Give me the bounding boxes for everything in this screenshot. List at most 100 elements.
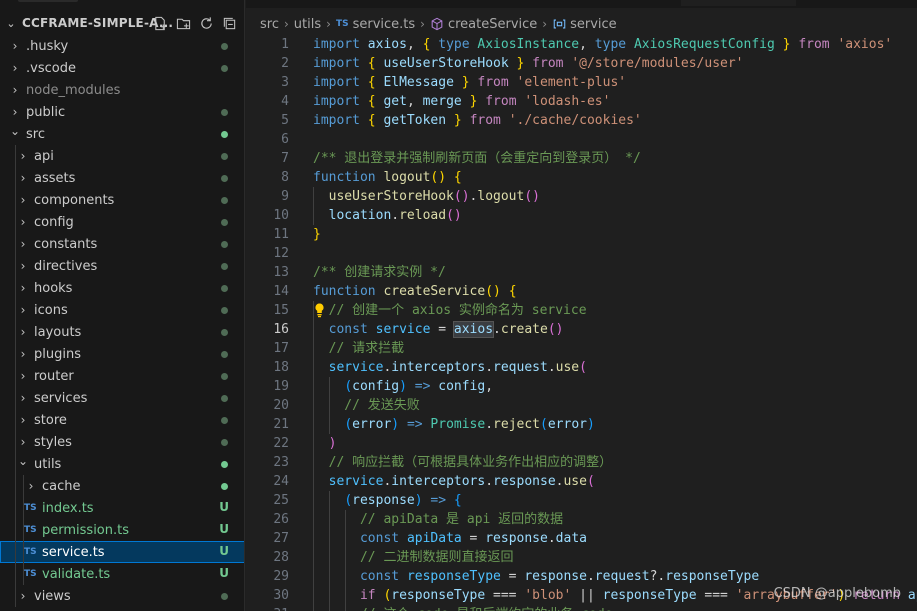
chevron-right-icon[interactable]: › [16, 193, 30, 207]
code-line[interactable]: 26 // apiData 是 api 返回的数据 [246, 510, 917, 529]
code-line[interactable]: 5 import { getToken } from './cache/cooki… [246, 111, 917, 130]
folder-item[interactable]: › .husky [0, 35, 244, 57]
folder-item[interactable]: › directives [0, 255, 244, 277]
code-text: function logout() { [313, 168, 462, 187]
new-file-icon[interactable] [150, 13, 170, 33]
breadcrumb-src[interactable]: src [260, 17, 279, 32]
code-line[interactable]: 23 // 响应拦截（可根据具体业务作出相应的调整） [246, 453, 917, 472]
folder-item[interactable]: › .vscode [0, 57, 244, 79]
chevron-right-icon[interactable]: › [16, 171, 30, 185]
folder-item[interactable]: ⌄ utils [0, 453, 244, 475]
chevron-right-icon[interactable]: › [8, 39, 22, 53]
folder-item[interactable]: › store [0, 409, 244, 431]
chevron-right-icon[interactable]: › [16, 589, 30, 603]
breadcrumb-function[interactable]: createService [448, 17, 537, 32]
breadcrumb-utils[interactable]: utils [294, 17, 321, 32]
chevron-right-icon[interactable]: › [16, 303, 30, 317]
code-line[interactable]: 27 const apiData = response.data [246, 529, 917, 548]
chevron-right-icon[interactable]: › [16, 149, 30, 163]
chevron-down-icon[interactable]: ⌄ [8, 124, 22, 138]
code-line[interactable]: 4 import { get, merge } from 'lodash-es' [246, 92, 917, 111]
tab-active[interactable] [681, 0, 796, 6]
folder-item[interactable]: › layouts [0, 321, 244, 343]
folder-item[interactable]: › config [0, 211, 244, 233]
code-line[interactable]: 8 function logout() { [246, 168, 917, 187]
file-item[interactable]: TS permission.ts U [0, 519, 244, 541]
code-line[interactable]: 31 // 这个 code 是和后端约定的业务 code [246, 605, 917, 611]
folder-item[interactable]: › public [0, 101, 244, 123]
code-line[interactable]: 25 (response) => { [246, 491, 917, 510]
chevron-right-icon[interactable]: › [16, 369, 30, 383]
folder-item[interactable]: › components [0, 189, 244, 211]
code-line[interactable]: 24 service.interceptors.response.use( [246, 472, 917, 491]
code-line[interactable]: 3 import { ElMessage } from 'element-plus… [246, 73, 917, 92]
folder-item[interactable]: › api [0, 145, 244, 167]
line-number: 21 [273, 417, 289, 432]
code-line[interactable]: 17 // 请求拦截 [246, 339, 917, 358]
line-number: 24 [273, 474, 289, 489]
chevron-right-icon[interactable]: › [16, 281, 30, 295]
chevron-right-icon[interactable]: › [16, 391, 30, 405]
code-line[interactable]: 10 location.reload() [246, 206, 917, 225]
chevron-right-icon[interactable]: › [24, 479, 38, 493]
refresh-icon[interactable] [196, 13, 216, 33]
code-line[interactable]: 15 // 创建一个 axios 实例命名为 service [246, 301, 917, 320]
code-line[interactable]: 7 /** 退出登录并强制刷新页面（会重定向到登录页） */ [246, 149, 917, 168]
indent-guide [15, 497, 16, 519]
code-text: // 发送失败 [313, 396, 420, 415]
folder-item[interactable]: › hooks [0, 277, 244, 299]
file-item[interactable]: TS service.ts U [0, 541, 244, 563]
code-line[interactable]: 18 service.interceptors.request.use( [246, 358, 917, 377]
code-line[interactable]: 20 // 发送失败 [246, 396, 917, 415]
folder-item[interactable]: › icons [0, 299, 244, 321]
chevron-right-icon[interactable]: › [16, 325, 30, 339]
folder-item[interactable]: › views [0, 585, 244, 607]
folder-item[interactable]: › styles [0, 431, 244, 453]
lightbulb-icon[interactable] [314, 302, 325, 318]
code-line[interactable]: 22 ) [246, 434, 917, 453]
breadcrumb-variable[interactable]: service [570, 17, 617, 32]
folder-item[interactable]: › router [0, 365, 244, 387]
indent-guide [15, 189, 16, 211]
chevron-right-icon[interactable]: › [8, 105, 22, 119]
code-line[interactable]: 21 (error) => Promise.reject(error) [246, 415, 917, 434]
folder-item[interactable]: › services [0, 387, 244, 409]
folder-item[interactable]: › node_modules [0, 79, 244, 101]
folder-item[interactable]: › cache [0, 475, 244, 497]
chevron-right-icon[interactable]: › [16, 237, 30, 251]
folder-item[interactable]: › plugins [0, 343, 244, 365]
chevron-down-icon[interactable]: ⌄ [0, 17, 22, 30]
code-line[interactable]: 28 // 二进制数据则直接返回 [246, 548, 917, 567]
code-line[interactable]: 14 function createService() { [246, 282, 917, 301]
chevron-right-icon[interactable]: › [8, 61, 22, 75]
code-line[interactable]: 13 /** 创建请求实例 */ [246, 263, 917, 282]
code-line[interactable]: 6 [246, 130, 917, 149]
breadcrumb-file[interactable]: service.ts [353, 17, 416, 32]
folder-item[interactable]: › constants [0, 233, 244, 255]
collapse-all-icon[interactable] [219, 13, 239, 33]
file-item[interactable]: TS index.ts U [0, 497, 244, 519]
folder-item[interactable]: › assets [0, 167, 244, 189]
folder-item[interactable]: ⌄ src [0, 123, 244, 145]
chevron-down-icon[interactable]: ⌄ [16, 454, 30, 468]
code-line[interactable]: 19 (config) => config, [246, 377, 917, 396]
file-item[interactable]: TS validate.ts U [0, 563, 244, 585]
chevron-right-icon[interactable]: › [16, 215, 30, 229]
code-line[interactable]: 1 import axios, { type AxiosInstance, typ… [246, 35, 917, 54]
chevron-right-icon[interactable]: › [8, 83, 22, 97]
code-line[interactable]: 29 const responseType = response.request… [246, 567, 917, 586]
code-line[interactable]: 12 [246, 244, 917, 263]
chevron-right-icon[interactable]: › [16, 435, 30, 449]
code-area[interactable]: 1 import axios, { type AxiosInstance, typ… [246, 35, 917, 611]
new-folder-icon[interactable] [173, 13, 193, 33]
chevron-right-icon[interactable]: › [16, 259, 30, 273]
chevron-right-icon[interactable]: › [16, 347, 30, 361]
code-line[interactable]: 16 const service = axios.create() [246, 320, 917, 339]
explorer-header[interactable]: ⌄ CCFRAME-SIMPLE-A... [0, 12, 244, 34]
code-line[interactable]: 2 import { useUserStoreHook } from '@/sto… [246, 54, 917, 73]
code-line[interactable]: 11} [246, 225, 917, 244]
chevron-right-icon[interactable]: › [16, 413, 30, 427]
code-line[interactable]: 9 useUserStoreHook().logout() [246, 187, 917, 206]
